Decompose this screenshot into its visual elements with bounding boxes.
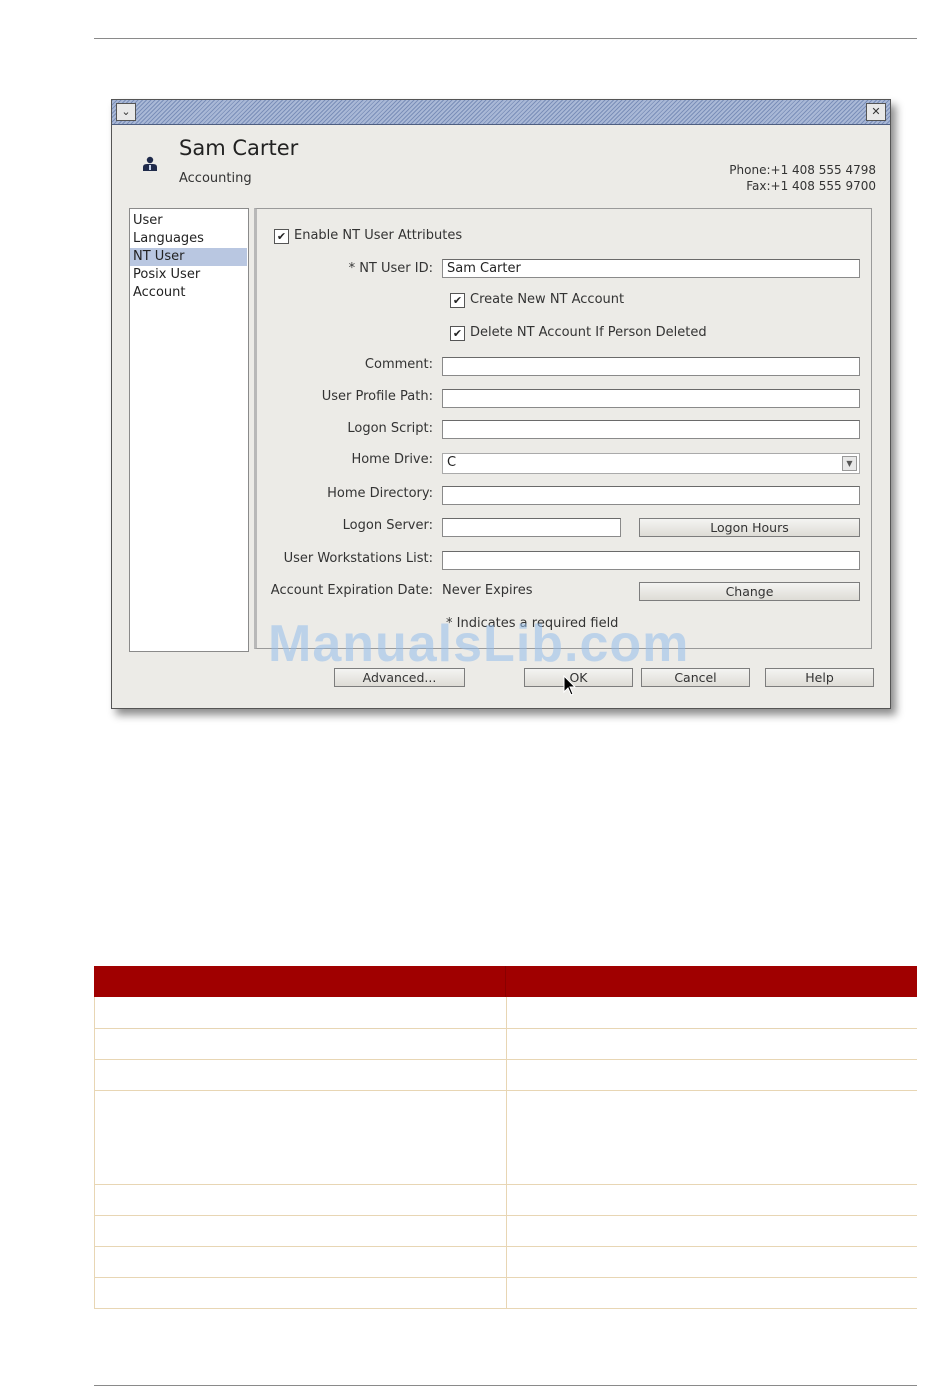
table-header-cell	[506, 966, 917, 997]
logon-script-label: Logon Script:	[347, 421, 433, 436]
nav-item-posix-user[interactable]: Posix User	[130, 266, 247, 284]
user-department: Accounting	[179, 171, 252, 186]
nav-item-user[interactable]: User	[130, 212, 247, 230]
home-drive-label: Home Drive:	[351, 452, 433, 467]
column-divider	[506, 1278, 507, 1308]
expiration-label: Account Expiration Date:	[270, 583, 433, 598]
column-divider	[506, 1029, 507, 1059]
fax-number: Fax:+1 408 555 9700	[746, 179, 876, 193]
create-nt-label: Create New NT Account	[470, 292, 625, 307]
chevron-down-icon[interactable]: ⌄	[116, 103, 136, 121]
table-row	[95, 1029, 917, 1060]
home-drive-value: C	[447, 455, 457, 470]
nav-item-nt-user[interactable]: NT User	[130, 248, 247, 266]
table-row	[95, 1091, 917, 1185]
comment-input[interactable]	[442, 357, 860, 376]
table-row	[95, 1185, 917, 1216]
logon-script-input[interactable]	[442, 420, 860, 439]
column-divider	[506, 1060, 507, 1090]
help-button[interactable]: Help	[765, 668, 874, 687]
comment-label: Comment:	[364, 357, 433, 372]
home-directory-input[interactable]	[442, 486, 860, 505]
nt-user-id-input[interactable]: Sam Carter	[442, 259, 860, 278]
home-drive-select[interactable]: C ▼	[442, 453, 860, 474]
create-nt-checkbox[interactable]: ✔	[450, 293, 465, 308]
logon-hours-button[interactable]: Logon Hours	[639, 518, 860, 537]
table-row	[95, 1216, 917, 1247]
delete-nt-label: Delete NT Account If Person Deleted	[470, 325, 707, 340]
nt-user-id-label: * NT User ID:	[348, 261, 433, 276]
table-row	[95, 1278, 917, 1309]
category-list: User Languages NT User Posix User Accoun…	[129, 208, 249, 652]
title-bar[interactable]: ⌄ ✕	[112, 100, 890, 125]
workstations-label: User Workstations List:	[283, 551, 433, 566]
enable-nt-checkbox[interactable]: ✔	[274, 229, 289, 244]
column-divider	[506, 1216, 507, 1246]
table-row	[95, 1060, 917, 1091]
profile-path-input[interactable]	[442, 389, 860, 408]
phone-number: Phone:+1 408 555 4798	[729, 163, 876, 177]
close-icon[interactable]: ✕	[866, 103, 886, 121]
table-body	[94, 997, 917, 1309]
nav-item-languages[interactable]: Languages	[130, 230, 247, 248]
change-expiration-button[interactable]: Change	[639, 582, 860, 601]
column-divider	[506, 1185, 507, 1215]
nav-item-account[interactable]: Account	[130, 284, 247, 302]
top-rule	[94, 38, 917, 39]
mouse-pointer-icon	[563, 675, 577, 696]
enable-nt-label: Enable NT User Attributes	[294, 228, 463, 243]
logon-server-input[interactable]	[442, 518, 621, 537]
expiration-value: Never Expires	[442, 583, 533, 598]
column-divider	[506, 1247, 507, 1277]
watermark: ManualsLib.com	[268, 615, 690, 673]
logon-server-label: Logon Server:	[342, 518, 433, 533]
attribute-table	[94, 966, 917, 1309]
column-divider	[506, 997, 507, 1028]
profile-path-label: User Profile Path:	[321, 389, 433, 404]
workstations-input[interactable]	[442, 551, 860, 570]
user-name: Sam Carter	[179, 136, 299, 160]
table-row	[95, 997, 917, 1029]
table-header-cell	[94, 966, 505, 997]
home-directory-label: Home Directory:	[327, 486, 433, 501]
bottom-rule	[94, 1385, 917, 1386]
table-header	[94, 966, 917, 997]
user-icon	[143, 156, 157, 171]
table-row	[95, 1247, 917, 1278]
column-divider	[506, 1091, 507, 1184]
delete-nt-checkbox[interactable]: ✔	[450, 326, 465, 341]
chevron-down-icon[interactable]: ▼	[842, 456, 857, 471]
